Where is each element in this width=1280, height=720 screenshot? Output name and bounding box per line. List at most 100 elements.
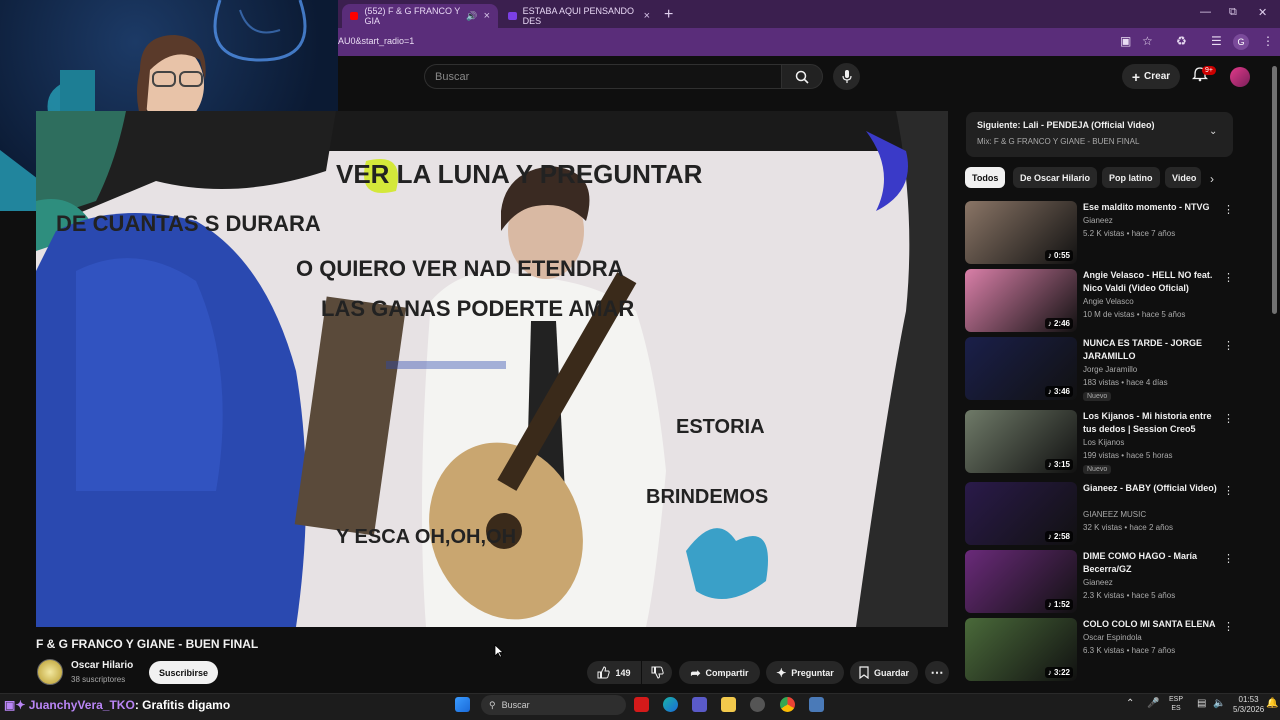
bookmark-star-icon[interactable]: ☆ bbox=[1142, 34, 1153, 48]
recommendation-item[interactable]: ♪ 2:46 Angie Velasco - HELL NO feat. Nico… bbox=[965, 269, 1235, 335]
chip-channel[interactable]: De Oscar Hilario bbox=[1013, 167, 1098, 188]
chip-pop-latino[interactable]: Pop latino bbox=[1102, 167, 1160, 188]
system-clock[interactable]: 01:53 5/3/2026 bbox=[1233, 695, 1264, 715]
close-tab-icon[interactable]: × bbox=[644, 10, 650, 22]
edge-icon[interactable] bbox=[663, 697, 678, 712]
chevron-right-icon[interactable]: › bbox=[1210, 172, 1214, 186]
recommendation-thumbnail[interactable]: ♪ 3:22 bbox=[965, 618, 1077, 681]
recommendation-item[interactable]: ♪ 3:15 Los Kijanos - Mi historia entre tu… bbox=[965, 410, 1235, 476]
search-input[interactable]: Buscar bbox=[424, 64, 781, 89]
recommendation-channel[interactable]: Angie Velasco bbox=[1083, 297, 1134, 306]
language-indicator[interactable]: ESP ES bbox=[1169, 695, 1183, 713]
recommendation-item[interactable]: ♪ 1:52 DIME COMO HAGO - María Becerra/GZ G… bbox=[965, 550, 1235, 616]
subscriber-count: 38 suscriptores bbox=[71, 675, 126, 684]
more-vertical-icon[interactable]: ⋮ bbox=[1223, 271, 1234, 284]
file-explorer-icon[interactable] bbox=[721, 697, 736, 712]
search-button[interactable] bbox=[781, 64, 823, 89]
recommendation-thumbnail[interactable]: ♪ 1:52 bbox=[965, 550, 1077, 613]
volume-icon[interactable]: 🔈 bbox=[1213, 698, 1225, 709]
recommendation-meta: 5.2 K vistas • hace 7 años bbox=[1083, 229, 1176, 238]
recommendation-title[interactable]: Ese maldito momento - NTVG bbox=[1083, 201, 1217, 214]
more-vertical-icon[interactable]: ⋮ bbox=[1223, 203, 1234, 216]
recommendation-channel[interactable]: Gianeez bbox=[1083, 216, 1113, 225]
more-vertical-icon[interactable]: ⋮ bbox=[1223, 339, 1234, 352]
duration-badge: ♪ 2:58 bbox=[1044, 531, 1073, 542]
page-scrollbar[interactable] bbox=[1272, 66, 1277, 314]
channel-avatar[interactable] bbox=[37, 659, 63, 685]
dislike-button[interactable] bbox=[642, 661, 672, 684]
settings-gear-icon[interactable] bbox=[809, 697, 824, 712]
recommendation-title[interactable]: Los Kijanos - Mi historia entre tus dedo… bbox=[1083, 410, 1217, 436]
tab-youtube-active[interactable]: (552) F & G FRANCO Y GIA 🔊 × bbox=[342, 4, 498, 28]
close-tab-icon[interactable]: × bbox=[484, 10, 490, 22]
tab-label: ESTABA AQUI PENSANDO DES bbox=[522, 6, 635, 26]
tray-chevron-up-icon[interactable]: ⌃ bbox=[1126, 698, 1134, 709]
like-button[interactable]: 149 bbox=[587, 661, 641, 684]
recommendation-channel[interactable]: Gianeez bbox=[1083, 578, 1113, 587]
url-field[interactable]: AU0&start_radio=1 bbox=[338, 36, 414, 46]
video-player[interactable]: VER LA LUNA Y PREGUNTAR DE CUANTAS S DUR… bbox=[36, 111, 948, 627]
video-title: F & G FRANCO Y GIANE - BUEN FINAL bbox=[36, 637, 259, 651]
recommendation-channel[interactable]: Jorge Jaramillo bbox=[1083, 365, 1137, 374]
acrobat-icon[interactable] bbox=[634, 697, 649, 712]
windows-start-icon[interactable] bbox=[455, 697, 470, 712]
recommendation-item[interactable]: ♪ 3:22 COLO COLO MI SANTA ELENA Oscar Espi… bbox=[965, 618, 1235, 684]
obs-icon[interactable] bbox=[750, 697, 765, 712]
recommendation-channel[interactable]: Oscar Espindola bbox=[1083, 633, 1142, 642]
recommendation-title[interactable]: DIME COMO HAGO - María Becerra/GZ bbox=[1083, 550, 1217, 576]
more-vertical-icon[interactable]: ⋮ bbox=[1223, 620, 1234, 633]
like-count: 149 bbox=[615, 667, 631, 678]
recommendation-title[interactable]: NUNCA ES TARDE - JORGE JARAMILLO bbox=[1083, 337, 1217, 363]
duration-label: 0:55 bbox=[1053, 251, 1070, 260]
chevron-down-icon[interactable]: ⌄ bbox=[1209, 126, 1217, 137]
minimize-icon[interactable]: — bbox=[1200, 6, 1211, 18]
teams-icon[interactable] bbox=[692, 697, 707, 712]
more-vertical-icon[interactable]: ⋮ bbox=[1223, 412, 1234, 425]
recommendation-thumbnail[interactable]: ♪ 2:46 bbox=[965, 269, 1077, 332]
share-button[interactable]: ➦ Compartir bbox=[679, 661, 760, 684]
chrome-icon[interactable] bbox=[780, 697, 795, 712]
chip-video[interactable]: Video bbox=[1165, 167, 1201, 188]
create-button[interactable]: + Crear bbox=[1122, 64, 1180, 89]
account-avatar[interactable] bbox=[1230, 67, 1250, 87]
channel-name[interactable]: Oscar Hilario bbox=[71, 660, 133, 671]
chip-todos[interactable]: Todos bbox=[965, 167, 1006, 188]
cast-icon[interactable]: ▣ bbox=[1120, 34, 1131, 48]
recommendation-title[interactable]: Angie Velasco - HELL NO feat. Nico Valdi… bbox=[1083, 269, 1217, 295]
more-vertical-icon[interactable]: ⋮ bbox=[1223, 552, 1234, 565]
network-icon[interactable]: ▤ bbox=[1197, 698, 1206, 709]
notifications-tray-icon[interactable]: 🔔 bbox=[1266, 698, 1278, 709]
more-actions-button[interactable]: ⋯ bbox=[925, 661, 949, 684]
extensions-icon[interactable]: ♻ bbox=[1176, 34, 1187, 48]
restore-icon[interactable]: ⧉ bbox=[1229, 6, 1237, 19]
close-window-icon[interactable]: ✕ bbox=[1258, 6, 1267, 19]
media-control-icon[interactable]: ☰ bbox=[1211, 34, 1222, 48]
recommendation-channel[interactable]: GIANEEZ MUSIC bbox=[1083, 510, 1146, 519]
voice-search-button[interactable] bbox=[833, 63, 860, 90]
save-button[interactable]: Guardar bbox=[850, 661, 918, 684]
profile-avatar[interactable]: G bbox=[1233, 34, 1249, 50]
recommendation-item[interactable]: ♪ 0:55 Ese maldito momento - NTVG Gianeez 5… bbox=[965, 201, 1235, 267]
recommendation-item[interactable]: ♪ 3:46 NUNCA ES TARDE - JORGE JARAMILLO Jo… bbox=[965, 337, 1235, 403]
recommendation-meta: 183 vistas • hace 4 días bbox=[1083, 378, 1168, 387]
up-next-panel[interactable] bbox=[966, 112, 1233, 157]
recommendation-item[interactable]: ♪ 2:58 Gianeez - BABY (Official Video) GIA… bbox=[965, 482, 1235, 548]
recommendation-thumbnail[interactable]: ♪ 2:58 bbox=[965, 482, 1077, 545]
ask-button[interactable]: ✦ Preguntar bbox=[766, 661, 844, 684]
microphone-tray-icon[interactable]: 🎤 bbox=[1147, 698, 1159, 709]
browser-menu-icon[interactable]: ⋮ bbox=[1262, 34, 1274, 48]
duration-label: 3:46 bbox=[1053, 387, 1070, 396]
subscribe-button[interactable]: Suscribirse bbox=[149, 661, 218, 684]
taskbar-search[interactable]: ⚲ Buscar bbox=[481, 695, 626, 715]
recommendation-title[interactable]: COLO COLO MI SANTA ELENA bbox=[1083, 618, 1217, 631]
recommendation-channel[interactable]: Los Kijanos bbox=[1083, 438, 1124, 447]
tab-second[interactable]: ESTABA AQUI PENSANDO DES × bbox=[500, 4, 658, 28]
more-vertical-icon[interactable]: ⋮ bbox=[1223, 484, 1234, 497]
recommendation-title[interactable]: Gianeez - BABY (Official Video) bbox=[1083, 482, 1217, 495]
recommendation-thumbnail[interactable]: ♪ 0:55 bbox=[965, 201, 1077, 264]
audio-icon[interactable]: 🔊 bbox=[466, 11, 477, 22]
play-icon: ♪ bbox=[1047, 532, 1052, 541]
recommendation-thumbnail[interactable]: ♪ 3:15 bbox=[965, 410, 1077, 473]
recommendation-thumbnail[interactable]: ♪ 3:46 bbox=[965, 337, 1077, 400]
new-tab-button[interactable]: + bbox=[664, 6, 673, 24]
